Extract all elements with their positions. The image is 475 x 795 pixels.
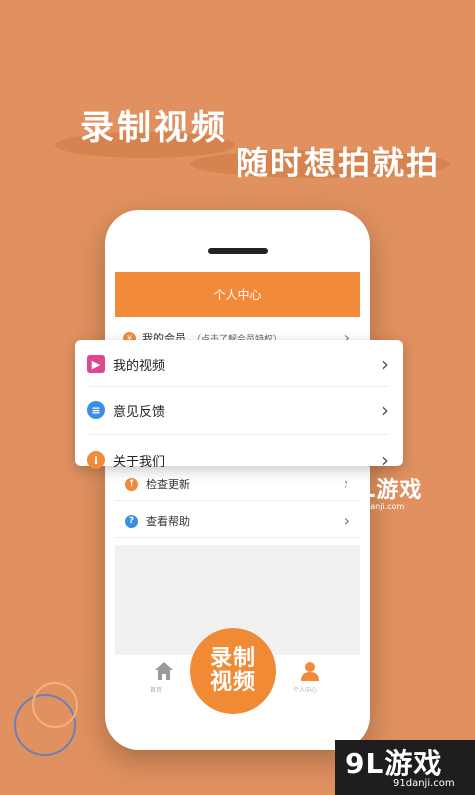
user-nav-label[interactable]: 个人中心 (293, 685, 317, 694)
record-video-button[interactable]: 录制 视频 (190, 628, 276, 714)
record-label-line1: 录制 (209, 645, 256, 671)
watermark-bottom-url: 91danji.com (393, 778, 455, 789)
watermark-mid-brand: 9L游戏 (345, 478, 423, 503)
question-icon: ? (125, 514, 138, 528)
help-row[interactable]: ? 查看帮助 › (115, 505, 360, 538)
feedback-row[interactable]: ≡ 意见反馈 › (75, 388, 403, 432)
profile-header: 个人中心 (115, 272, 360, 317)
help-label: 查看帮助 (146, 515, 190, 528)
decorative-circle (32, 682, 78, 728)
home-icon[interactable] (153, 660, 175, 682)
profile-header-title: 个人中心 (213, 288, 262, 302)
headline-line2: 随时想拍就拍 (236, 144, 441, 182)
feedback-label: 意见反馈 (113, 404, 166, 420)
watermark-mid-url: 91danji.com (355, 502, 405, 511)
chat-bubble-icon: ≡ (87, 401, 105, 419)
phone-notch (208, 248, 268, 254)
record-label-line2: 视频 (209, 670, 256, 695)
info-icon: i (87, 451, 105, 469)
my-videos-label: 我的视频 (113, 358, 166, 374)
user-icon[interactable] (301, 661, 319, 681)
watermark-bottom-brand: 9L游戏 (345, 747, 443, 780)
chevron-right-icon: › (343, 511, 350, 530)
watermark-bottom: 9L游戏 91danji.com (335, 740, 475, 795)
home-nav-label[interactable]: 首页 (150, 685, 162, 694)
headline-line1: 录制视频 (80, 108, 228, 148)
chevron-right-icon: › (381, 448, 389, 472)
watermark-mid: 9L游戏 91danji.com (345, 472, 422, 511)
divider (89, 434, 389, 435)
chevron-right-icon: › (381, 352, 389, 376)
about-us-label: 关于我们 (113, 454, 166, 470)
chevron-right-icon: › (381, 398, 389, 422)
my-videos-row[interactable]: ▶ 我的视频 › (75, 342, 403, 386)
divider (89, 386, 389, 387)
video-clapper-icon: ▶ (87, 355, 105, 373)
floating-menu-card: ▶ 我的视频 › ≡ 意见反馈 › i 关于我们 › (75, 340, 403, 470)
